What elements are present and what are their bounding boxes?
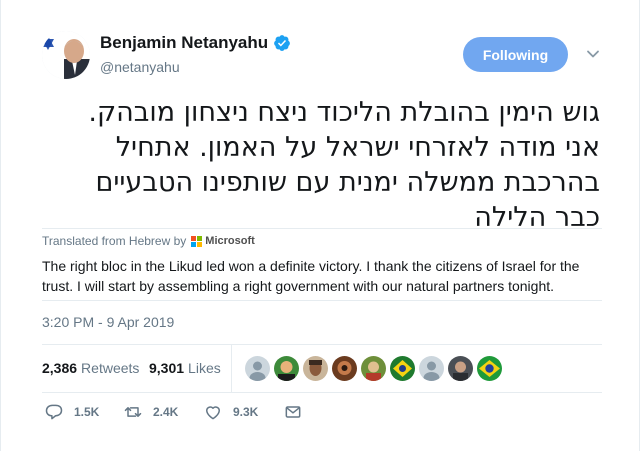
translation-box: Translated from Hebrew by Microsoft The … [42,228,602,301]
likes-label: Likes [188,360,221,376]
retweet-count: 2.4K [153,405,179,419]
tweet-stats: 2,386 Retweets 9,301 Likes [42,344,602,393]
heart-icon [206,406,220,420]
author-name[interactable]: Benjamin Netanyahu [100,33,268,53]
liker-avatar[interactable] [245,356,270,381]
liker-avatar[interactable] [419,356,444,381]
like-action[interactable]: 9.3K [203,402,258,422]
author-handle[interactable]: @netanyahu [100,59,180,75]
translation-attribution-text: Translated from Hebrew by [42,234,187,248]
liker-avatar[interactable] [477,356,502,381]
tweet-text: גוש הימין בהובלת הליכוד ניצח ניצחון מובה… [42,95,600,235]
translation-attribution: Translated from Hebrew by Microsoft [42,234,255,248]
reply-action[interactable]: 1.5K [44,402,99,422]
like-count: 9.3K [233,405,259,419]
tweet-card: Benjamin Netanyahu @netanyahu Following … [0,0,640,451]
liker-avatar[interactable] [361,356,386,381]
reply-count: 1.5K [74,405,100,419]
likes-count: 9,301 [149,360,185,376]
direct-message-action[interactable] [283,402,313,422]
microsoft-logo-icon [191,235,203,247]
chevron-down-icon[interactable] [586,47,600,61]
tweet-actions: 1.5K 2.4K 9.3K [42,400,602,424]
retweets-label: Retweets [81,360,140,376]
likers-list [245,356,506,381]
tweet-line: אני מודה לאזרחי ישראל על האמון. אתחיל [115,132,600,163]
liker-avatar[interactable] [390,356,415,381]
tweet-line: בהרכבת ממשלה ימנית עם שותפינו הטבעיים [95,167,600,198]
stats-divider [231,345,232,392]
likes-stat[interactable]: 9,301 Likes [149,360,221,376]
translation-provider[interactable]: Microsoft [205,235,255,247]
retweets-stat[interactable]: 2,386 Retweets [42,360,139,376]
tweet-line: גוש הימין בהובלת הליכוד ניצח ניצחון מובה… [88,97,600,128]
translated-text: The right bloc in the Likud led won a de… [42,258,580,294]
verified-badge-icon [274,35,291,51]
liker-avatar[interactable] [274,356,299,381]
following-button[interactable]: Following [463,37,568,72]
liker-avatar[interactable] [448,356,473,381]
author-avatar[interactable] [42,31,90,79]
liker-avatar[interactable] [332,356,357,381]
liker-avatar[interactable] [303,356,328,381]
envelope-icon [285,406,301,418]
tweet-timestamp[interactable]: 3:20 PM - 9 Apr 2019 [42,314,174,330]
retweet-action[interactable]: 2.4K [123,402,178,422]
retweet-icon [124,407,142,417]
reply-icon [45,404,63,420]
retweets-count: 2,386 [42,360,78,376]
author-name-row[interactable]: Benjamin Netanyahu [100,33,291,53]
